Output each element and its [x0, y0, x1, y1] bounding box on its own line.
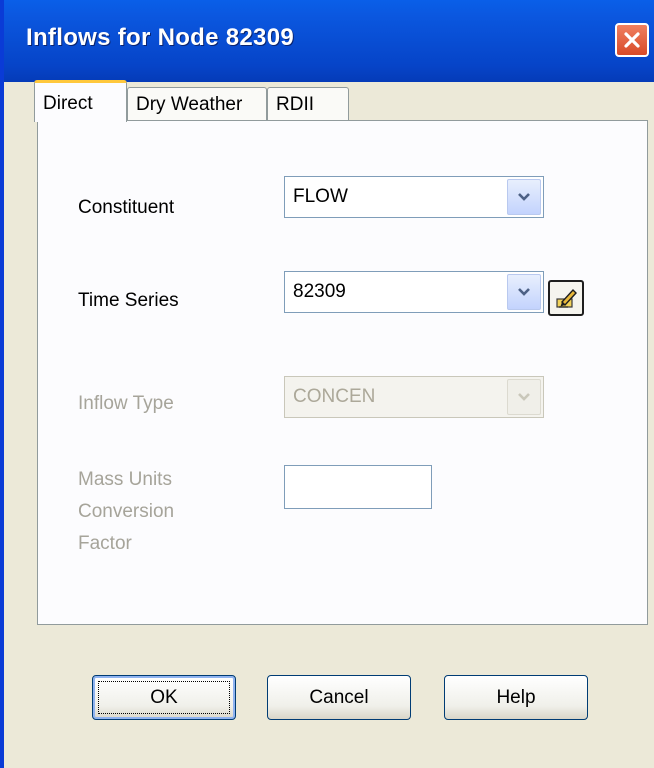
mass-units-label-line2: Conversion [78, 501, 175, 522]
help-button[interactable]: Help [444, 675, 588, 720]
mass-units-label-line1: Mass Units [78, 469, 172, 490]
chevron-down-icon [518, 193, 530, 201]
time-series-dropdown-button[interactable] [507, 274, 541, 310]
inflow-type-value: CONCEN [293, 386, 376, 407]
constituent-dropdown-button[interactable] [507, 179, 541, 215]
pencil-edit-icon [556, 288, 577, 308]
inflow-type-label: Inflow Type [78, 393, 174, 414]
constituent-select[interactable]: FLOW [284, 176, 544, 218]
constituent-label: Constituent [78, 197, 175, 218]
mass-units-conversion-factor-input[interactable] [284, 465, 432, 509]
title-bar[interactable]: Inflows for Node 82309 [4, 0, 654, 82]
cancel-button-label: Cancel [309, 686, 369, 708]
time-series-select[interactable]: 82309 [284, 271, 544, 313]
tab-direct[interactable]: Direct [34, 80, 127, 122]
cancel-button[interactable]: Cancel [267, 675, 411, 720]
window-title: Inflows for Node 82309 [26, 24, 294, 51]
edit-time-series-button[interactable] [548, 280, 584, 316]
inflow-type-select[interactable]: CONCEN [284, 376, 544, 418]
dialog-window: Inflows for Node 82309 Direct Dry Weathe… [0, 0, 654, 768]
tab-rdii-label: RDII [276, 94, 314, 115]
help-button-label: Help [496, 686, 536, 708]
time-series-value: 82309 [293, 281, 346, 302]
tab-dry-weather[interactable]: Dry Weather [127, 87, 267, 120]
close-button[interactable] [615, 23, 649, 57]
tab-rdii[interactable]: RDII [267, 87, 349, 120]
tab-direct-label: Direct [43, 93, 93, 114]
chevron-down-icon [518, 393, 530, 401]
tab-dry-weather-label: Dry Weather [136, 94, 243, 115]
chevron-down-icon [518, 288, 530, 296]
inflow-type-dropdown-button[interactable] [507, 379, 541, 415]
ok-button[interactable]: OK [92, 675, 236, 720]
constituent-value: FLOW [293, 186, 348, 207]
time-series-label: Time Series [78, 290, 179, 311]
mass-units-label-line3: Factor [78, 533, 132, 554]
focus-ring [98, 681, 230, 714]
tab-panel-direct: Constituent FLOW Time Series 82309 Inflo… [37, 120, 648, 625]
close-icon [624, 32, 640, 48]
